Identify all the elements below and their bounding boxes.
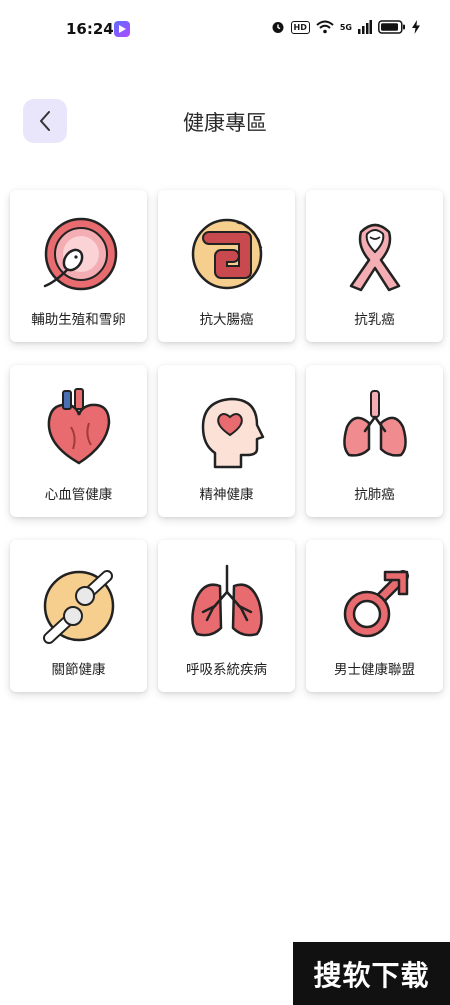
header: 健康專區 xyxy=(0,96,450,146)
category-card-mental-health[interactable]: 精神健康 xyxy=(158,365,295,517)
lungs-icon xyxy=(333,387,417,471)
category-label: 抗肺癌 xyxy=(354,487,395,503)
status-time: 16:24 xyxy=(66,20,114,38)
male-symbol-icon xyxy=(333,562,417,646)
category-grid: 輔助生殖和雪卵 抗大腸癌 抗乳癌 心血管健康 精神健康 抗肺癌 關節健康 呼吸系… xyxy=(10,190,443,692)
mind-head-icon xyxy=(185,387,269,471)
heart-icon xyxy=(37,387,121,471)
page-title: 健康專區 xyxy=(183,111,267,135)
reproduction-icon xyxy=(37,212,121,296)
respiratory-lungs-icon xyxy=(185,562,269,646)
battery-icon xyxy=(378,20,405,34)
app-notification-icon xyxy=(114,21,130,37)
category-label: 抗乳癌 xyxy=(354,312,395,328)
status-bar: 16:24 HD 5G xyxy=(0,0,450,58)
category-label: 抗大腸癌 xyxy=(199,312,254,328)
category-label: 精神健康 xyxy=(199,487,254,503)
category-label: 輔助生殖和雪卵 xyxy=(31,312,126,328)
category-card-colon-cancer[interactable]: 抗大腸癌 xyxy=(158,190,295,342)
category-card-lung-cancer[interactable]: 抗肺癌 xyxy=(306,365,443,517)
hd-badge: HD xyxy=(290,20,310,34)
category-card-cardiovascular[interactable]: 心血管健康 xyxy=(10,365,147,517)
category-card-joint-health[interactable]: 關節健康 xyxy=(10,540,147,692)
category-card-breast-cancer[interactable]: 抗乳癌 xyxy=(306,190,443,342)
category-card-fertility[interactable]: 輔助生殖和雪卵 xyxy=(10,190,147,342)
alarm-icon xyxy=(272,22,284,33)
category-card-respiratory[interactable]: 呼吸系統疾病 xyxy=(158,540,295,692)
signal-icon xyxy=(358,20,372,34)
pink-ribbon-icon xyxy=(333,212,417,296)
joint-icon xyxy=(37,562,121,646)
category-label: 男士健康聯盟 xyxy=(334,662,415,678)
category-label: 心血管健康 xyxy=(44,487,113,503)
category-label: 呼吸系統疾病 xyxy=(186,662,267,678)
colon-icon xyxy=(185,212,269,296)
network-type: 5G xyxy=(339,22,352,32)
charging-icon xyxy=(412,20,420,34)
status-icons: HD 5G xyxy=(271,20,420,34)
watermark: 搜软下载 xyxy=(293,942,450,1005)
category-card-mens-health[interactable]: 男士健康聯盟 xyxy=(306,540,443,692)
category-label: 關節健康 xyxy=(51,662,106,678)
wifi-icon xyxy=(316,20,334,34)
